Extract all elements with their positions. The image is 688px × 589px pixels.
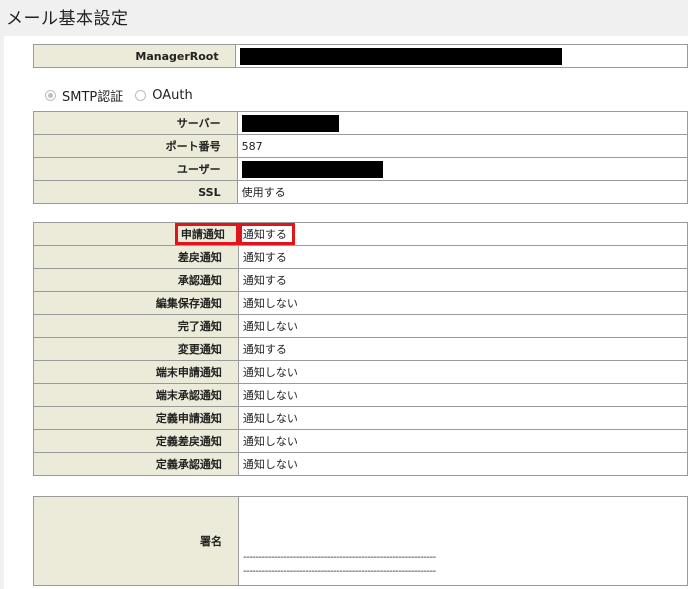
port-label: ポート番号 <box>33 134 238 158</box>
manager-label: ManagerRoot <box>33 44 236 68</box>
notification-settings-table: 申請通知 通知する 差戻通知 通知する 承認通知 通知する 編集保存通知 通知し… <box>33 222 688 476</box>
ssl-label: SSL <box>33 180 238 204</box>
definition-return-notice-label: 定義差戻通知 <box>33 429 239 453</box>
return-notice-value[interactable]: 通知する <box>237 245 688 269</box>
approve-notice-label: 承認通知 <box>33 268 239 292</box>
table-row: 申請通知 通知する <box>33 222 688 246</box>
signature-row: 署名 -------------------------------------… <box>33 496 688 586</box>
complete-notice-label: 完了通知 <box>33 314 239 338</box>
table-row: サーバー <box>33 111 688 135</box>
signature-label: 署名 <box>33 496 239 586</box>
signature-line: ----------------------------------------… <box>242 552 436 563</box>
redacted-block <box>239 47 562 65</box>
signature-line: ----------------------------------------… <box>242 566 436 577</box>
redacted-block <box>241 160 383 178</box>
device-apply-notice-value[interactable]: 通知しない <box>237 360 688 384</box>
complete-notice-value[interactable]: 通知しない <box>237 314 688 338</box>
definition-return-notice-value[interactable]: 通知しない <box>237 429 688 453</box>
table-row: 定義申請通知 通知しない <box>33 406 688 430</box>
device-apply-notice-label: 端末申請通知 <box>33 360 239 384</box>
table-row: ポート番号 587 <box>33 134 688 158</box>
manager-table: ManagerRoot <box>33 44 688 68</box>
definition-approve-notice-value[interactable]: 通知しない <box>237 452 688 476</box>
auth-method-group: SMTP認証 OAuth <box>45 86 205 105</box>
server-label: サーバー <box>33 111 238 135</box>
manager-row: ManagerRoot <box>33 44 688 68</box>
table-row: 差戻通知 通知する <box>33 245 688 269</box>
manager-value[interactable] <box>234 44 688 68</box>
auth-option-smtp[interactable]: SMTP認証 <box>45 86 123 105</box>
server-value[interactable] <box>236 111 688 135</box>
approve-notice-value[interactable]: 通知する <box>237 268 688 292</box>
edit-save-notice-label: 編集保存通知 <box>33 291 239 315</box>
apply-notice-label: 申請通知 <box>180 228 225 241</box>
definition-approve-notice-label: 定義承認通知 <box>33 452 239 476</box>
device-approve-notice-label: 端末承認通知 <box>33 383 239 407</box>
table-row: ユーザー <box>33 157 688 181</box>
redacted-block <box>241 114 339 132</box>
auth-option-oauth[interactable]: OAuth <box>135 88 193 103</box>
highlight-box: 通知する <box>238 223 295 245</box>
change-notice-value[interactable]: 通知する <box>237 337 688 361</box>
user-value[interactable] <box>236 157 688 181</box>
signature-field[interactable]: ----------------------------------------… <box>237 496 688 586</box>
oauth-radio-label: OAuth <box>152 88 193 103</box>
port-value[interactable]: 587 <box>236 134 688 158</box>
table-row: 定義差戻通知 通知しない <box>33 429 688 453</box>
table-row: 端末申請通知 通知しない <box>33 360 688 384</box>
apply-notice-label-cell: 申請通知 <box>33 222 239 246</box>
table-row: 定義承認通知 通知しない <box>33 452 688 476</box>
table-row: SSL 使用する <box>33 180 688 204</box>
smtp-radio[interactable] <box>45 90 56 101</box>
page-title: メール基本設定 <box>6 9 129 29</box>
smtp-radio-label: SMTP認証 <box>62 90 124 105</box>
apply-notice-value: 通知する <box>242 228 287 241</box>
user-label: ユーザー <box>33 157 238 181</box>
table-row: 端末承認通知 通知しない <box>33 383 688 407</box>
edit-save-notice-value[interactable]: 通知しない <box>237 291 688 315</box>
apply-notice-value-cell[interactable]: 通知する <box>237 222 688 246</box>
ssl-value[interactable]: 使用する <box>236 180 688 204</box>
table-row: 承認通知 通知する <box>33 268 688 292</box>
table-row: 変更通知 通知する <box>33 337 688 361</box>
signature-table: 署名 -------------------------------------… <box>33 496 688 586</box>
change-notice-label: 変更通知 <box>33 337 239 361</box>
return-notice-label: 差戻通知 <box>33 245 239 269</box>
highlight-box: 申請通知 <box>174 223 239 245</box>
table-row: 編集保存通知 通知しない <box>33 291 688 315</box>
table-row: 完了通知 通知しない <box>33 314 688 338</box>
smtp-settings-table: サーバー ポート番号 587 ユーザー SSL 使用する <box>33 111 688 204</box>
device-approve-notice-value[interactable]: 通知しない <box>237 383 688 407</box>
oauth-radio[interactable] <box>135 90 147 101</box>
definition-apply-notice-value[interactable]: 通知しない <box>237 406 688 430</box>
definition-apply-notice-label: 定義申請通知 <box>33 406 239 430</box>
